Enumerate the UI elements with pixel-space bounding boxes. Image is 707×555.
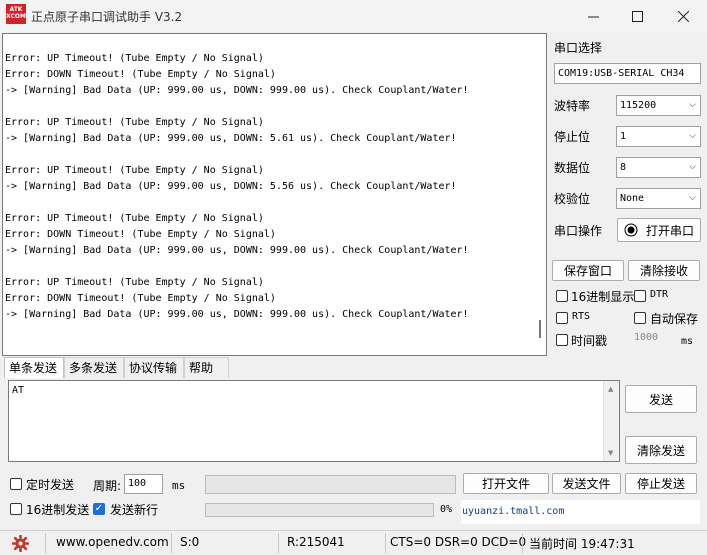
receive-scroll-thumb[interactable] bbox=[539, 320, 541, 338]
timed-send-checkbox[interactable] bbox=[10, 478, 22, 490]
data-bits-select[interactable]: 8 ⌵ bbox=[616, 157, 701, 178]
tab-multi-send[interactable]: 多条发送 bbox=[64, 357, 124, 378]
minimize-icon bbox=[587, 16, 599, 17]
open-port-button[interactable]: 打开串口 bbox=[617, 218, 701, 242]
send-button[interactable]: 发送 bbox=[625, 385, 697, 413]
status-divider bbox=[171, 533, 172, 553]
tab-protocol[interactable]: 协议传输 bbox=[124, 357, 184, 378]
send-newline-label: 发送新行 bbox=[110, 503, 159, 517]
power-icon bbox=[624, 223, 638, 237]
port-select[interactable]: COM19:USB-SERIAL CH34 bbox=[554, 63, 701, 84]
stop-send-button[interactable]: 停止发送 bbox=[625, 473, 697, 494]
serial-op-label: 串口操作 bbox=[554, 224, 603, 238]
gear-icon[interactable] bbox=[12, 535, 29, 552]
status-bar: www.openedv.com S:0 R:215041 CTS=0 DSR=0… bbox=[0, 530, 707, 555]
auto-save-label: 自动保存 bbox=[650, 312, 699, 326]
scroll-down-icon[interactable]: ▼ bbox=[608, 449, 613, 457]
period-input[interactable]: 100 bbox=[124, 474, 163, 494]
receive-scrollbar[interactable] bbox=[530, 34, 546, 355]
open-file-button[interactable]: 打开文件 bbox=[463, 473, 549, 494]
baud-select[interactable]: 115200 ⌵ bbox=[616, 95, 701, 116]
hex-display-label: 16进制显示 bbox=[571, 290, 635, 304]
send-text: AT bbox=[12, 385, 25, 396]
send-progress-bar bbox=[205, 503, 434, 517]
clear-receive-button[interactable]: 清除接收 bbox=[628, 260, 700, 281]
logo-text-top: ATK bbox=[9, 6, 23, 13]
rts-checkbox[interactable] bbox=[556, 312, 568, 324]
period-label: 周期: bbox=[93, 479, 122, 493]
receive-text: Error: UP Timeout! (Tube Empty / No Sign… bbox=[5, 53, 469, 320]
baud-label: 波特率 bbox=[554, 99, 591, 113]
receive-area[interactable]: Error: UP Timeout! (Tube Empty / No Sign… bbox=[2, 33, 547, 356]
hex-send-checkbox[interactable] bbox=[10, 503, 22, 515]
status-divider bbox=[278, 533, 279, 553]
timestamp-checkbox[interactable] bbox=[556, 334, 568, 346]
chevron-down-icon: ⌵ bbox=[689, 131, 696, 141]
app-logo: ATK XCOM bbox=[6, 4, 26, 24]
send-scrollbar[interactable]: ▲ ▼ bbox=[603, 381, 619, 461]
send-tabs: 单条发送 多条发送 协议传输 帮助 bbox=[2, 357, 547, 378]
website-link[interactable]: www.openedv.com bbox=[56, 535, 169, 549]
stop-bits-value: 1 bbox=[620, 131, 627, 142]
dtr-checkbox[interactable] bbox=[634, 290, 646, 302]
send-newline-checkbox[interactable]: ✓ bbox=[93, 503, 105, 515]
close-button[interactable] bbox=[660, 0, 706, 32]
chevron-down-icon: ⌵ bbox=[689, 162, 696, 172]
save-window-button[interactable]: 保存窗口 bbox=[552, 260, 624, 281]
chevron-down-icon: ⌵ bbox=[689, 100, 696, 110]
status-divider bbox=[522, 533, 523, 553]
stop-bits-select[interactable]: 1 ⌵ bbox=[616, 126, 701, 147]
timestamp-ms-unit: ms bbox=[681, 336, 694, 347]
period-unit: ms bbox=[172, 479, 186, 492]
timestamp-label: 时间戳 bbox=[571, 334, 608, 348]
port-select-label: 串口选择 bbox=[554, 41, 603, 55]
clear-send-button[interactable]: 清除发送 bbox=[625, 436, 697, 464]
modem-lines: CTS=0 DSR=0 DCD=0 bbox=[390, 535, 527, 549]
open-port-label: 打开串口 bbox=[646, 223, 695, 238]
stop-bits-label: 停止位 bbox=[554, 130, 591, 144]
received-count: R:215041 bbox=[287, 535, 345, 549]
chevron-down-icon: ⌵ bbox=[689, 193, 696, 203]
tab-single-send[interactable]: 单条发送 bbox=[4, 357, 64, 378]
hex-display-checkbox[interactable] bbox=[556, 290, 568, 302]
maximize-icon bbox=[631, 10, 643, 22]
baud-select-value: 115200 bbox=[620, 100, 657, 111]
parity-select[interactable]: None ⌵ bbox=[616, 188, 701, 209]
data-bits-label: 数据位 bbox=[554, 161, 591, 175]
current-time: 当前时间 19:47:31 bbox=[529, 537, 635, 551]
minimize-button[interactable] bbox=[570, 0, 616, 32]
window-title: 正点原子串口调试助手 V3.2 bbox=[31, 10, 183, 24]
send-input[interactable]: AT ▲ ▼ bbox=[8, 380, 620, 462]
title-bar: ATK XCOM 正点原子串口调试助手 V3.2 bbox=[0, 0, 707, 32]
logo-text-bottom: XCOM bbox=[6, 13, 26, 20]
sent-count: S:0 bbox=[180, 535, 200, 549]
status-divider bbox=[45, 533, 46, 553]
tab-help[interactable]: 帮助 bbox=[184, 357, 229, 378]
dtr-label: DTR bbox=[650, 289, 669, 300]
close-icon bbox=[677, 10, 689, 22]
timed-send-label: 定时发送 bbox=[26, 478, 75, 492]
data-bits-value: 8 bbox=[620, 162, 627, 173]
rts-label: RTS bbox=[572, 311, 591, 322]
port-select-value: COM19:USB-SERIAL CH34 bbox=[558, 68, 685, 79]
maximize-button[interactable] bbox=[614, 0, 660, 32]
status-divider bbox=[385, 533, 386, 553]
scroll-up-icon[interactable]: ▲ bbox=[608, 385, 613, 393]
timestamp-ms-input[interactable]: 1000 bbox=[634, 332, 658, 343]
auto-save-checkbox[interactable] bbox=[634, 312, 646, 324]
ad-link[interactable]: uyuanzi.tmall.com bbox=[461, 500, 700, 524]
file-path-field[interactable] bbox=[205, 475, 456, 494]
progress-percent: 0% bbox=[440, 504, 453, 515]
parity-value: None bbox=[620, 193, 645, 204]
parity-label: 校验位 bbox=[554, 192, 591, 206]
hex-send-label: 16进制发送 bbox=[26, 503, 90, 517]
send-file-button[interactable]: 发送文件 bbox=[552, 473, 621, 494]
